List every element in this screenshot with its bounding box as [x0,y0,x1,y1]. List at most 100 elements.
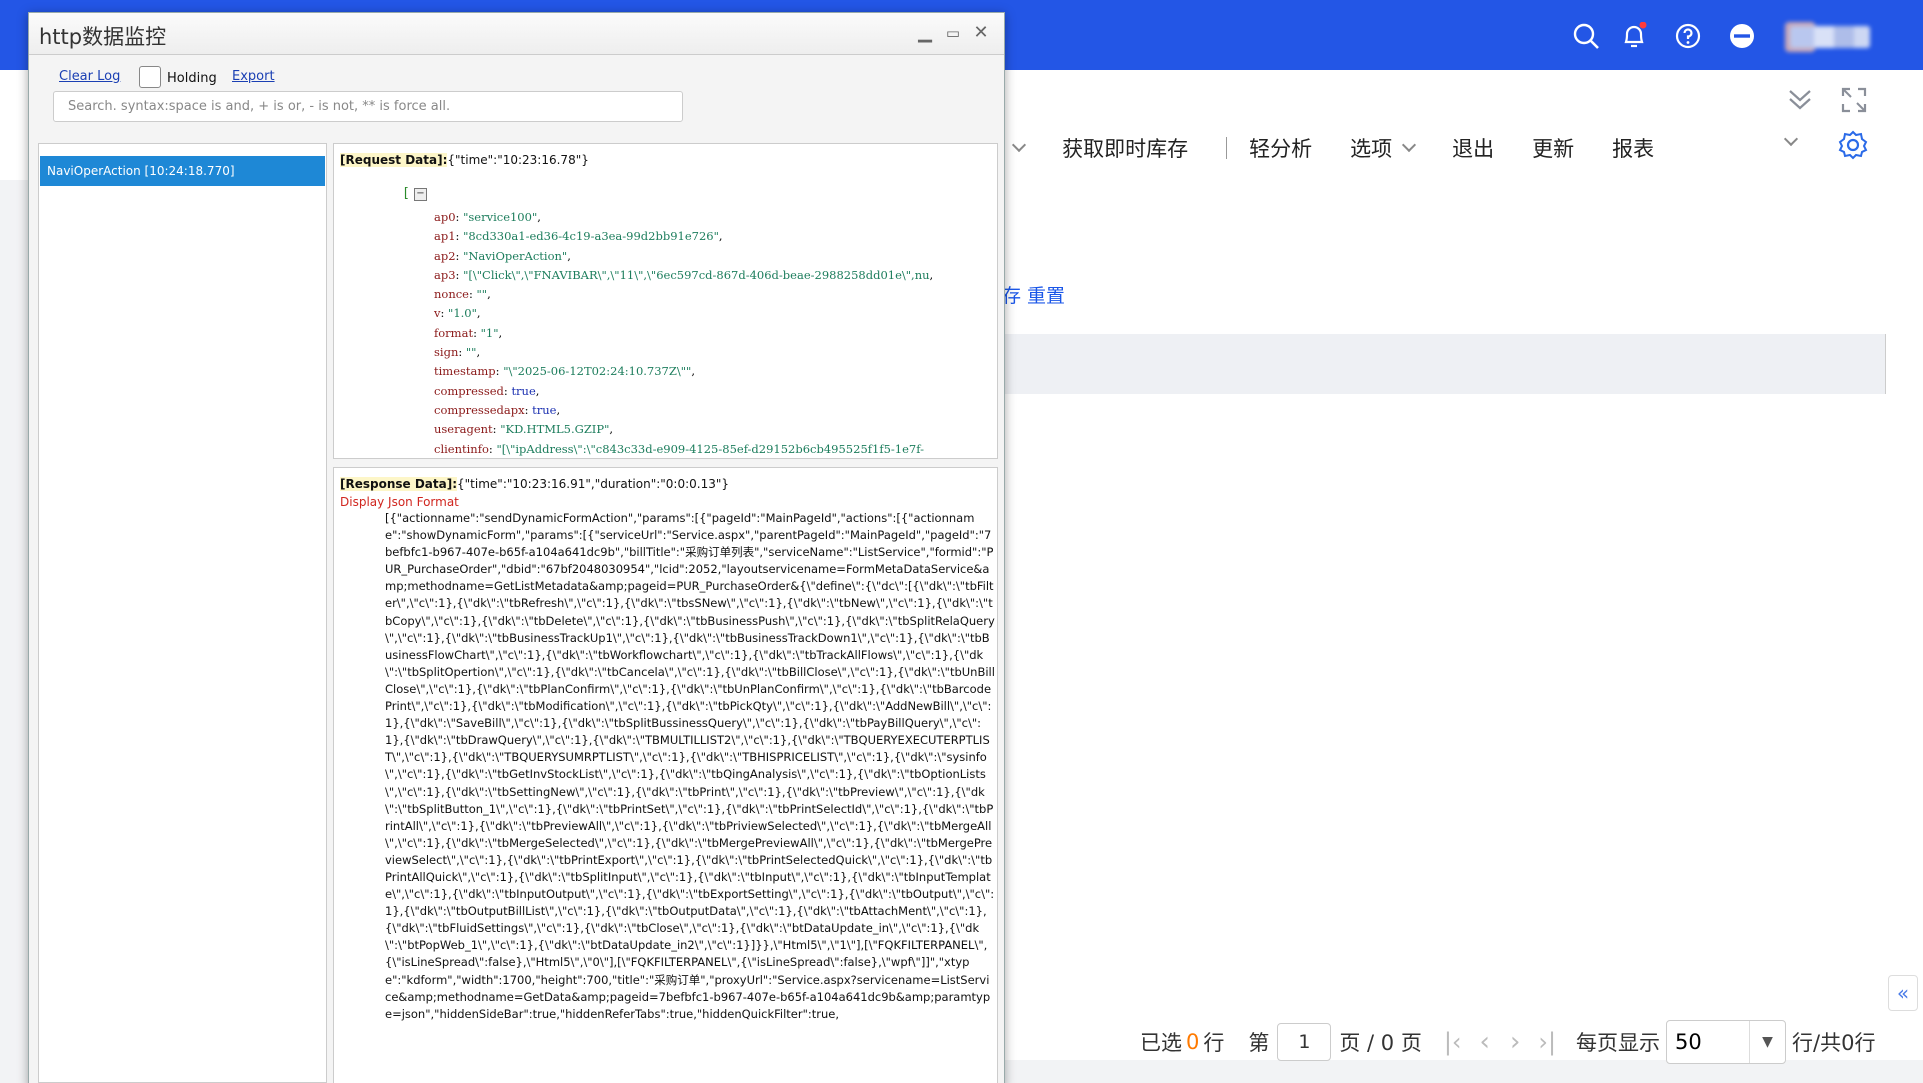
selected-prefix: 已选 [1140,1031,1182,1055]
field-value: "[\"Click\",\"FNAVIBAR\",\"11\",\"6ec597… [463,267,930,282]
request-field-row: format: "1", [434,325,503,340]
request-field-row: useragent: "KD.HTML5.GZIP", [434,422,614,437]
field-key: ap0 [434,210,456,224]
bell-icon[interactable] [1620,22,1648,50]
main-panel [1000,180,1923,1060]
menu-separator [1226,137,1228,159]
menu-item-exit[interactable]: 退出 [1452,133,1494,163]
request-field-row: ap1: "8cd330a1-ed36-4c19-a3ea-99d2bb91e7… [434,229,723,244]
field-value: "\"2025-06-12T02:24:10.737Z\"" [503,364,692,379]
menu-item-update[interactable]: 更新 [1532,133,1574,163]
request-field-row: timestamp: "\"2025-06-12T02:24:10.737Z\"… [434,364,695,379]
menu-item-instant-stock[interactable]: 获取即时库存 [1062,133,1188,163]
collapse-toggle-icon[interactable]: − [414,188,427,201]
request-label: [Request Data]: [340,153,448,167]
request-field-row: clientinfo: "[\"ipAddress\":\"c843c33d-e… [434,441,924,456]
request-field-row: v: "1.0", [434,306,481,321]
page-size-value: 50 [1675,1030,1702,1054]
field-value: "[\"ipAddress\":\"c843c33d-e909-4125-85e… [496,441,924,456]
field-key: format [434,325,474,340]
http-monitor-window: http数据监控 ▁ ▭ ✕ Clear Log Holding Export … [28,12,1005,1083]
field-value: true [532,402,557,417]
side-collapse-icon[interactable]: « [1888,975,1918,1011]
field-key: compressed [434,383,504,398]
last-page-icon[interactable]: ›| [1538,1028,1556,1056]
page-prefix: 第 [1248,1031,1270,1055]
menu-item-light-analysis[interactable]: 轻分析 [1249,133,1312,163]
total-rows: 行/共0行 [1792,1031,1876,1055]
prev-page-icon[interactable]: ‹ [1480,1027,1490,1057]
settings-icon[interactable] [1838,130,1868,160]
first-page-icon[interactable]: |‹ [1444,1028,1462,1056]
list-item[interactable]: NaviOperAction [10:24:18.770] [40,156,325,186]
menu-item-label: 退出 [1452,137,1495,161]
selected-suffix: 行 [1203,1031,1225,1055]
request-field-row: sign: "", [434,345,481,360]
menu-item-options[interactable]: 选项 [1350,133,1417,163]
field-key: nonce [434,287,469,302]
search-icon[interactable] [1572,22,1600,50]
log-list: NaviOperAction [10:24:18.770] [38,143,327,1083]
display-json-format-link[interactable]: Display Json Format [340,495,459,509]
field-key: sign [434,345,459,360]
per-page-label: 每页显示 [1576,1031,1661,1055]
field-value: "service100" [463,210,538,224]
monitor-toolbar: Clear Log Holding Export [29,57,1004,95]
request-fields: ap0: "service100", ap1: "8cd330a1-ed36-4c… [434,208,934,458]
selected-count: 0 [1186,1030,1200,1054]
menu-item-label: 轻分析 [1249,137,1313,161]
request-field-row: ap2: "NaviOperAction", [434,248,571,263]
window-titlebar[interactable]: http数据监控 ▁ ▭ ✕ [29,13,1004,55]
menu-item-label: 报表 [1612,137,1655,161]
field-key: timestamp [434,364,496,379]
save-reset-links[interactable]: 存 重置 [1002,281,1065,308]
pager: 已选 0 行 第 1 页 / 0 页 |‹ ‹ › ›| 每页显示 50 ▼ 行/… [1140,1020,1876,1064]
holding-label: Holding [167,71,217,86]
user-name-blurred[interactable] [1790,26,1870,48]
response-body: [{"actionname":"sendDynamicFormAction","… [385,511,995,1021]
menu-item-label: 更新 [1532,137,1575,161]
request-field-row: nonce: "", [434,287,491,302]
fullscreen-icon[interactable] [1840,86,1868,114]
menu-item-report[interactable]: 报表 [1612,133,1654,163]
field-value: "" [465,345,477,360]
field-key: compressedapx [434,402,525,417]
field-key: clientinfo [434,441,489,456]
close-icon[interactable]: ✕ [971,23,991,43]
help-icon[interactable] [1674,22,1702,50]
menu-item-label: 选项 [1350,137,1393,161]
response-pane: [Response Data]:{"time":"10:23:16.91","d… [333,467,998,1083]
request-pane: [Request Data]:{"time":"10:23:16.78"} [ … [333,143,998,459]
response-header: [Response Data]:{"time":"10:23:16.91","d… [340,477,729,491]
field-value: "KD.HTML5.GZIP" [500,422,610,437]
export-link[interactable]: Export [232,69,275,84]
minus-circle-icon[interactable] [1728,22,1756,50]
minimize-icon[interactable]: ▁ [915,23,935,43]
request-header: [Request Data]:{"time":"10:23:16.78"} [340,153,589,167]
maximize-icon[interactable]: ▭ [943,23,963,43]
collapse-icon[interactable] [1786,86,1814,114]
request-meta: {"time":"10:23:16.78"} [447,153,589,167]
page-suffix: 页 / 0 页 [1339,1031,1422,1055]
open-bracket: [ [402,186,410,201]
chevron-down-icon: ▼ [1749,1021,1785,1063]
field-value: "8cd330a1-ed36-4c19-a3ea-99d2bb91e726" [463,229,719,244]
next-page-icon[interactable]: › [1510,1027,1520,1057]
request-field-row: compressedapx: true, [434,402,561,417]
field-value: "1.0" [448,306,477,321]
request-field-row: ap3: "[\"Click\",\"FNAVIBAR\",\"11\",\"6… [434,267,934,282]
chevron-down-icon [1402,137,1417,153]
grid-header [1000,334,1886,394]
menu-item-label: 获取即时库存 [1062,137,1189,161]
page-number-input[interactable]: 1 [1277,1023,1332,1061]
field-value: "NaviOperAction" [463,248,568,263]
holding-checkbox[interactable] [139,66,161,88]
request-field-row: ap0: "service100", [434,210,541,224]
search-input[interactable]: Search. syntax:space is and, + is or, - … [53,91,683,122]
window-title: http数据监控 [39,25,167,49]
field-key: ap1 [434,229,456,244]
clear-log-link[interactable]: Clear Log [59,69,120,84]
field-value: true [511,383,536,398]
page-size-select[interactable]: 50 ▼ [1666,1020,1787,1064]
request-field-row: compressed: true, [434,383,540,398]
